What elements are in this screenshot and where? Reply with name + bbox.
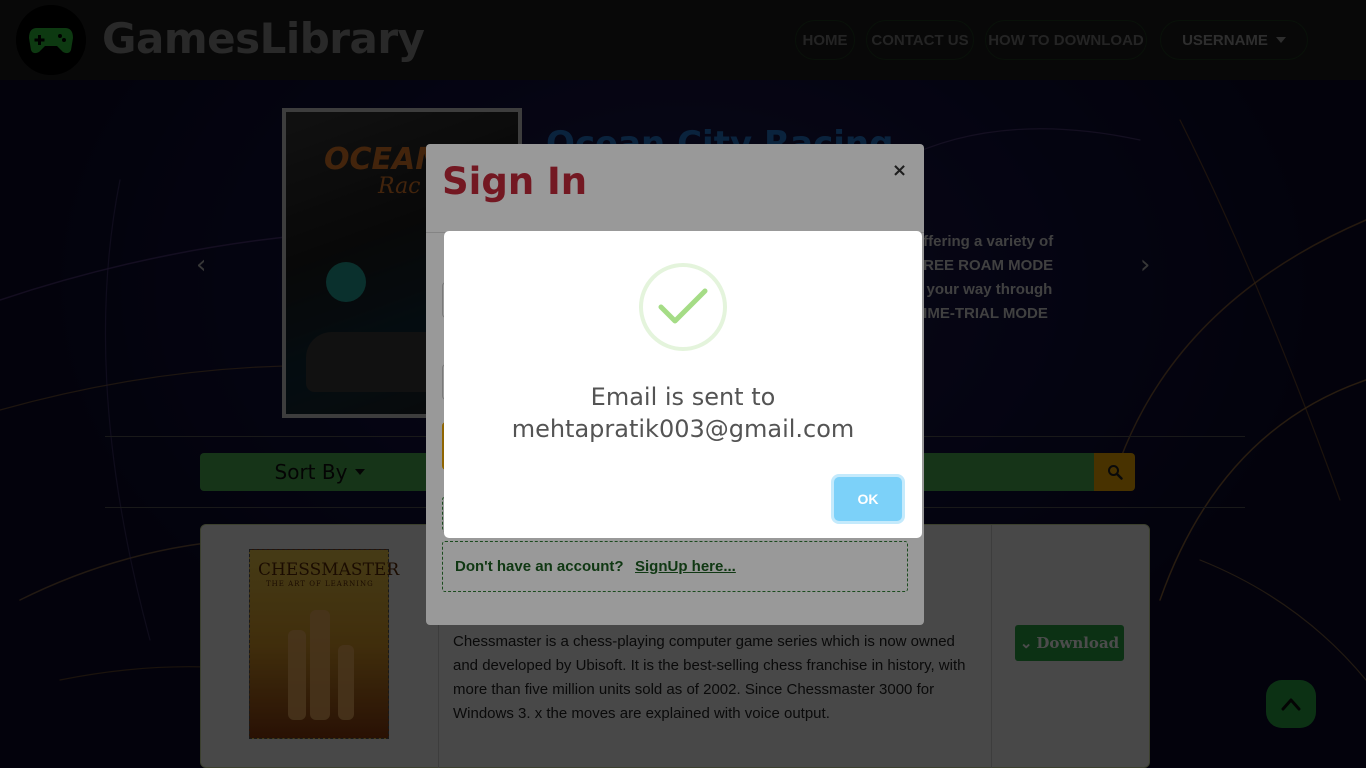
alert-line-1: Email is sent to <box>590 383 776 411</box>
alert-line-2: mehtapratik003@gmail.com <box>511 415 855 443</box>
success-alert: Email is sent to mehtapratik003@gmail.co… <box>444 231 922 538</box>
alert-message: Email is sent to mehtapratik003@gmail.co… <box>444 381 922 445</box>
check-icon <box>639 263 727 351</box>
ok-button[interactable]: OK <box>834 477 902 521</box>
